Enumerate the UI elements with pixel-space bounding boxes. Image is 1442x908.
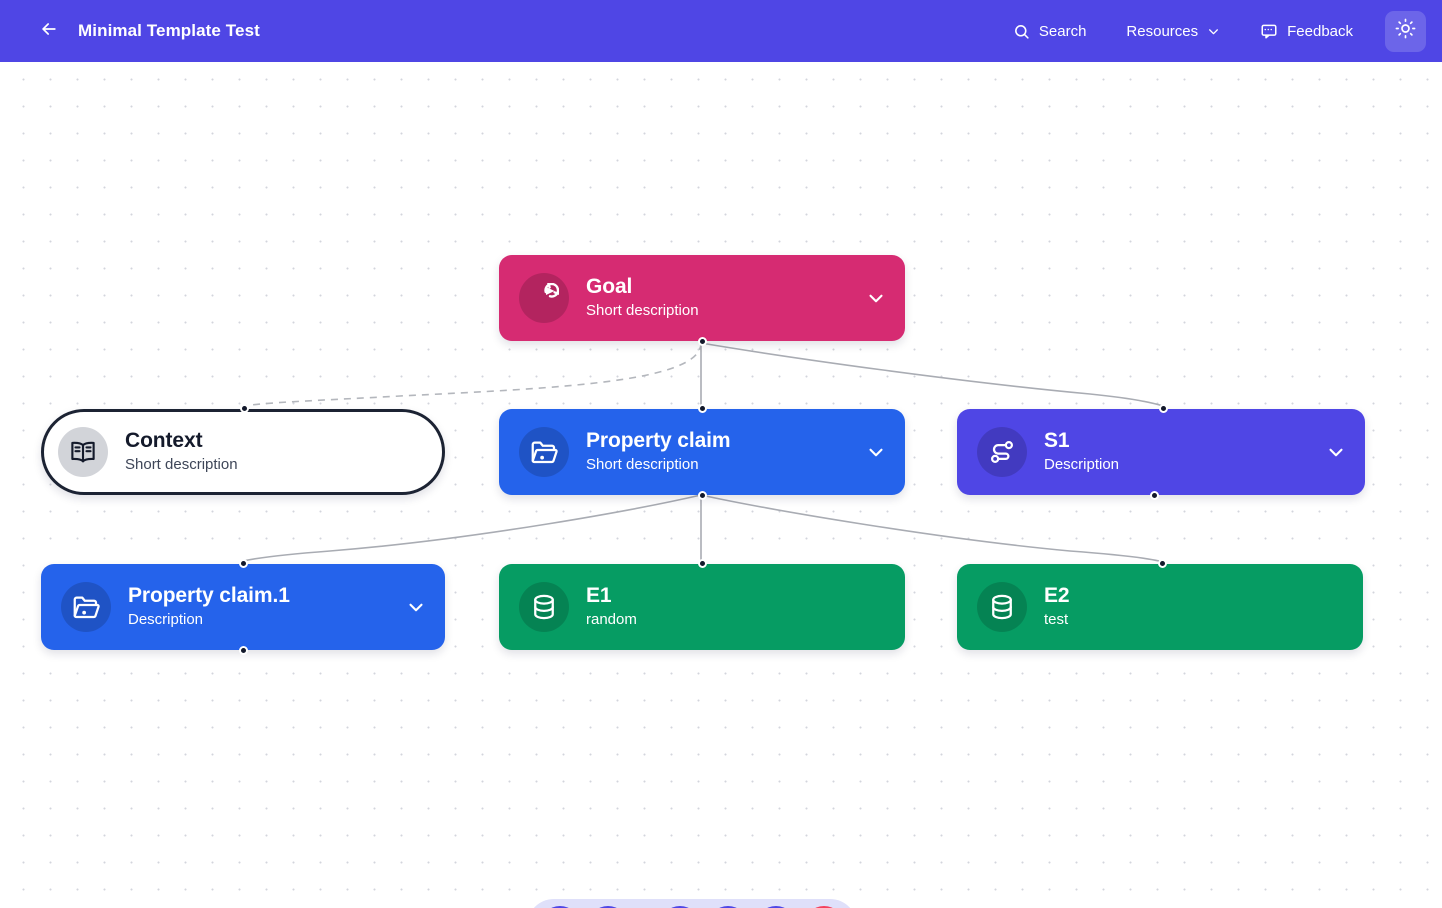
node-property-claim-text: Property claim Short description [586, 428, 731, 475]
page-title: Minimal Template Test [78, 21, 260, 40]
open-book-icon [58, 427, 108, 477]
theme-toggle-button[interactable] [1385, 10, 1426, 52]
node-title: Property claim.1 [128, 584, 290, 608]
edge-propertyclaim-e2 [700, 494, 1160, 562]
sun-icon [1395, 18, 1416, 44]
header-actions: Search Resources Feedback [993, 10, 1426, 52]
node-description: Short description [125, 456, 238, 474]
node-property-claim-1-text: Property claim.1 Description [128, 583, 290, 630]
graph-canvas[interactable]: Goal Short description Context Short des… [0, 62, 1442, 908]
handle-property-claim-1-top[interactable] [239, 559, 248, 568]
database-icon [519, 582, 569, 632]
feedback-button[interactable]: Feedback [1240, 14, 1373, 48]
node-context[interactable]: Context Short description [41, 404, 445, 495]
chevron-down-icon [1207, 25, 1220, 38]
node-description: random [586, 611, 637, 629]
database-icon [977, 582, 1027, 632]
node-context-text: Context Short description [125, 428, 238, 475]
edge-goal-context [242, 342, 702, 407]
handle-s1-top[interactable] [1159, 404, 1168, 413]
node-description: Short description [586, 302, 699, 320]
resources-label: Resources [1126, 22, 1199, 40]
handle-property-claim-top[interactable] [698, 404, 707, 413]
handle-e1-top[interactable] [698, 559, 707, 568]
node-description: Short description [586, 456, 699, 474]
search-icon [1013, 23, 1030, 40]
target-goal-icon [519, 273, 569, 323]
node-goal-expand-chevron-down-icon[interactable] [853, 287, 887, 309]
node-goal[interactable]: Goal Short description [499, 255, 905, 346]
canvas-toolbar [527, 899, 857, 908]
node-e2[interactable]: E2 test [957, 559, 1363, 650]
node-description: test [1044, 611, 1069, 629]
edge-goal-s1 [700, 342, 1164, 407]
node-e1[interactable]: E1 random [499, 559, 905, 650]
arrow-left-icon [39, 19, 59, 44]
node-title: Goal [586, 275, 633, 299]
handle-property-claim-bottom[interactable] [698, 491, 707, 500]
search-label: Search [1038, 22, 1087, 40]
node-e2-text: E2 test [1044, 583, 1070, 630]
node-title: Property claim [586, 429, 731, 453]
strategy-route-icon [977, 427, 1027, 477]
feedback-label: Feedback [1287, 22, 1353, 40]
handle-property-claim-1-bottom[interactable] [239, 646, 248, 655]
search-button[interactable]: Search [993, 15, 1107, 48]
back-button[interactable] [34, 16, 64, 46]
node-title: S1 [1044, 429, 1070, 453]
node-description: Description [1044, 456, 1120, 474]
handle-s1-bottom[interactable] [1150, 491, 1159, 500]
node-description: Description [128, 611, 204, 629]
node-property-claim-1-expand-chevron-down-icon[interactable] [393, 596, 427, 618]
folder-dot-icon [61, 582, 111, 632]
node-goal-text: Goal Short description [586, 274, 699, 321]
message-icon [1260, 22, 1278, 40]
node-title: E2 [1044, 584, 1070, 608]
edge-propertyclaim-propertyclaim1 [242, 494, 702, 562]
node-s1[interactable]: S1 Description [957, 404, 1365, 500]
node-property-claim[interactable]: Property claim Short description [499, 404, 905, 500]
node-s1-expand-chevron-down-icon[interactable] [1313, 441, 1347, 463]
node-title: E1 [586, 584, 612, 608]
handle-e2-top[interactable] [1158, 559, 1167, 568]
node-title: Context [125, 429, 203, 453]
node-s1-text: S1 Description [1044, 428, 1119, 475]
node-property-claim-expand-chevron-down-icon[interactable] [853, 441, 887, 463]
resources-menu[interactable]: Resources [1106, 15, 1240, 48]
app-header: Minimal Template Test Search Resources F… [0, 0, 1442, 62]
handle-context-top[interactable] [240, 404, 249, 413]
node-e1-text: E1 random [586, 583, 637, 630]
folder-dot-icon [519, 427, 569, 477]
handle-goal-bottom[interactable] [698, 337, 707, 346]
node-property-claim-1[interactable]: Property claim.1 Description [41, 559, 445, 655]
